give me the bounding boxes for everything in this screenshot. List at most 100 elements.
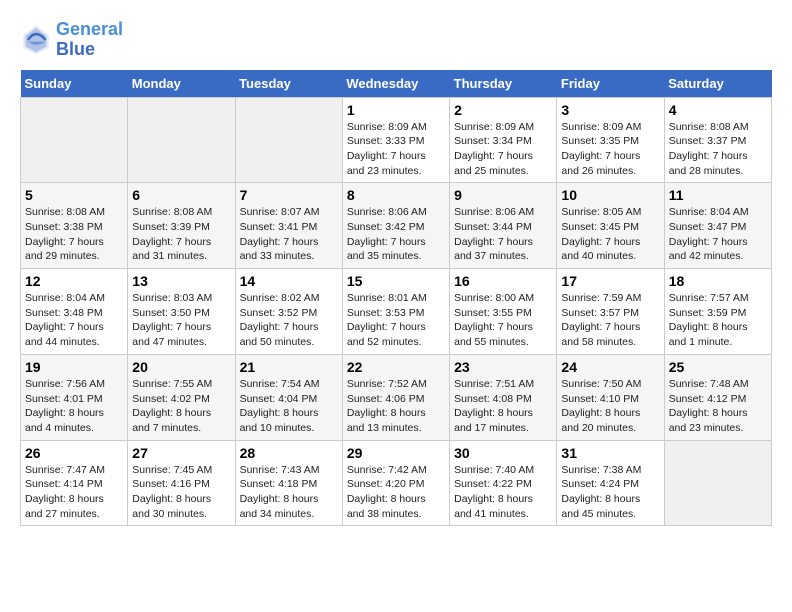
calendar-cell: 22 Sunrise: 7:52 AM Sunset: 4:06 PM Dayli…: [342, 354, 449, 440]
day-info: Sunrise: 7:54 AM Sunset: 4:04 PM Dayligh…: [240, 377, 338, 436]
calendar-cell: [235, 97, 342, 183]
day-info: Sunrise: 8:09 AM Sunset: 3:34 PM Dayligh…: [454, 120, 552, 179]
day-number: 19: [25, 359, 123, 375]
calendar-cell: 28 Sunrise: 7:43 AM Sunset: 4:18 PM Dayli…: [235, 440, 342, 526]
logo: General Blue: [20, 20, 123, 60]
calendar-cell: 12 Sunrise: 8:04 AM Sunset: 3:48 PM Dayli…: [21, 269, 128, 355]
calendar-cell: 21 Sunrise: 7:54 AM Sunset: 4:04 PM Dayli…: [235, 354, 342, 440]
weekday-header: Wednesday: [342, 70, 449, 98]
day-number: 27: [132, 445, 230, 461]
day-number: 17: [561, 273, 659, 289]
day-info: Sunrise: 7:45 AM Sunset: 4:16 PM Dayligh…: [132, 463, 230, 522]
day-number: 9: [454, 187, 552, 203]
page-header: General Blue: [20, 20, 772, 60]
calendar-cell: 13 Sunrise: 8:03 AM Sunset: 3:50 PM Dayli…: [128, 269, 235, 355]
calendar-cell: 8Sunrise: 8:06 AM Sunset: 3:42 PM Daylig…: [342, 183, 449, 269]
day-number: 31: [561, 445, 659, 461]
calendar-cell: 3 Sunrise: 8:09 AM Sunset: 3:35 PM Daylig…: [557, 97, 664, 183]
calendar-cell: 23 Sunrise: 7:51 AM Sunset: 4:08 PM Dayli…: [450, 354, 557, 440]
day-info: Sunrise: 7:51 AM Sunset: 4:08 PM Dayligh…: [454, 377, 552, 436]
day-info: Sunrise: 7:55 AM Sunset: 4:02 PM Dayligh…: [132, 377, 230, 436]
calendar-cell: 6 Sunrise: 8:08 AM Sunset: 3:39 PM Daylig…: [128, 183, 235, 269]
calendar-table: SundayMondayTuesdayWednesdayThursdayFrid…: [20, 70, 772, 527]
day-number: 3: [561, 102, 659, 118]
day-number: 21: [240, 359, 338, 375]
day-info: Sunrise: 8:04 AM Sunset: 3:48 PM Dayligh…: [25, 291, 123, 350]
calendar-cell: 31 Sunrise: 7:38 AM Sunset: 4:24 PM Dayli…: [557, 440, 664, 526]
calendar-cell: 30 Sunrise: 7:40 AM Sunset: 4:22 PM Dayli…: [450, 440, 557, 526]
weekday-header: Tuesday: [235, 70, 342, 98]
day-number: 30: [454, 445, 552, 461]
calendar-cell: 25Sunrise: 7:48 AM Sunset: 4:12 PM Dayli…: [664, 354, 771, 440]
calendar-cell: 26 Sunrise: 7:47 AM Sunset: 4:14 PM Dayli…: [21, 440, 128, 526]
day-number: 1: [347, 102, 445, 118]
day-info: Sunrise: 8:05 AM Sunset: 3:45 PM Dayligh…: [561, 205, 659, 264]
calendar-cell: 15Sunrise: 8:01 AM Sunset: 3:53 PM Dayli…: [342, 269, 449, 355]
day-info: Sunrise: 8:07 AM Sunset: 3:41 PM Dayligh…: [240, 205, 338, 264]
day-number: 4: [669, 102, 767, 118]
calendar-cell: 17 Sunrise: 7:59 AM Sunset: 3:57 PM Dayli…: [557, 269, 664, 355]
calendar-cell: 24 Sunrise: 7:50 AM Sunset: 4:10 PM Dayli…: [557, 354, 664, 440]
weekday-header: Monday: [128, 70, 235, 98]
day-info: Sunrise: 7:42 AM Sunset: 4:20 PM Dayligh…: [347, 463, 445, 522]
day-number: 10: [561, 187, 659, 203]
calendar-cell: 7 Sunrise: 8:07 AM Sunset: 3:41 PM Daylig…: [235, 183, 342, 269]
calendar-cell: [21, 97, 128, 183]
day-info: Sunrise: 8:09 AM Sunset: 3:33 PM Dayligh…: [347, 120, 445, 179]
day-number: 6: [132, 187, 230, 203]
calendar-cell: 27 Sunrise: 7:45 AM Sunset: 4:16 PM Dayli…: [128, 440, 235, 526]
day-info: Sunrise: 7:56 AM Sunset: 4:01 PM Dayligh…: [25, 377, 123, 436]
calendar-cell: 20 Sunrise: 7:55 AM Sunset: 4:02 PM Dayli…: [128, 354, 235, 440]
calendar-cell: 2 Sunrise: 8:09 AM Sunset: 3:34 PM Daylig…: [450, 97, 557, 183]
day-number: 5: [25, 187, 123, 203]
day-number: 2: [454, 102, 552, 118]
day-number: 28: [240, 445, 338, 461]
day-info: Sunrise: 7:57 AM Sunset: 3:59 PM Dayligh…: [669, 291, 767, 350]
day-info: Sunrise: 8:08 AM Sunset: 3:39 PM Dayligh…: [132, 205, 230, 264]
calendar-cell: 16 Sunrise: 8:00 AM Sunset: 3:55 PM Dayli…: [450, 269, 557, 355]
day-info: Sunrise: 8:03 AM Sunset: 3:50 PM Dayligh…: [132, 291, 230, 350]
day-number: 23: [454, 359, 552, 375]
day-info: Sunrise: 8:06 AM Sunset: 3:42 PM Dayligh…: [347, 205, 445, 264]
day-info: Sunrise: 8:02 AM Sunset: 3:52 PM Dayligh…: [240, 291, 338, 350]
day-info: Sunrise: 7:40 AM Sunset: 4:22 PM Dayligh…: [454, 463, 552, 522]
weekday-header: Sunday: [21, 70, 128, 98]
calendar-cell: [664, 440, 771, 526]
day-info: Sunrise: 7:43 AM Sunset: 4:18 PM Dayligh…: [240, 463, 338, 522]
day-info: Sunrise: 8:09 AM Sunset: 3:35 PM Dayligh…: [561, 120, 659, 179]
day-number: 25: [669, 359, 767, 375]
day-info: Sunrise: 7:59 AM Sunset: 3:57 PM Dayligh…: [561, 291, 659, 350]
logo-icon: [20, 24, 52, 56]
calendar-cell: 9 Sunrise: 8:06 AM Sunset: 3:44 PM Daylig…: [450, 183, 557, 269]
weekday-header: Friday: [557, 70, 664, 98]
day-number: 16: [454, 273, 552, 289]
day-number: 13: [132, 273, 230, 289]
day-info: Sunrise: 8:08 AM Sunset: 3:37 PM Dayligh…: [669, 120, 767, 179]
calendar-cell: [128, 97, 235, 183]
day-number: 24: [561, 359, 659, 375]
day-info: Sunrise: 7:38 AM Sunset: 4:24 PM Dayligh…: [561, 463, 659, 522]
day-info: Sunrise: 8:06 AM Sunset: 3:44 PM Dayligh…: [454, 205, 552, 264]
calendar-cell: 1 Sunrise: 8:09 AM Sunset: 3:33 PM Daylig…: [342, 97, 449, 183]
day-number: 18: [669, 273, 767, 289]
weekday-header: Thursday: [450, 70, 557, 98]
day-info: Sunrise: 8:04 AM Sunset: 3:47 PM Dayligh…: [669, 205, 767, 264]
weekday-header: Saturday: [664, 70, 771, 98]
day-info: Sunrise: 8:00 AM Sunset: 3:55 PM Dayligh…: [454, 291, 552, 350]
calendar-cell: 10 Sunrise: 8:05 AM Sunset: 3:45 PM Dayli…: [557, 183, 664, 269]
calendar-cell: 18 Sunrise: 7:57 AM Sunset: 3:59 PM Dayli…: [664, 269, 771, 355]
day-info: Sunrise: 7:52 AM Sunset: 4:06 PM Dayligh…: [347, 377, 445, 436]
day-number: 11: [669, 187, 767, 203]
day-number: 7: [240, 187, 338, 203]
calendar-cell: 14Sunrise: 8:02 AM Sunset: 3:52 PM Dayli…: [235, 269, 342, 355]
calendar-cell: 11 Sunrise: 8:04 AM Sunset: 3:47 PM Dayli…: [664, 183, 771, 269]
day-info: Sunrise: 8:01 AM Sunset: 3:53 PM Dayligh…: [347, 291, 445, 350]
day-info: Sunrise: 8:08 AM Sunset: 3:38 PM Dayligh…: [25, 205, 123, 264]
day-number: 12: [25, 273, 123, 289]
calendar-cell: 19 Sunrise: 7:56 AM Sunset: 4:01 PM Dayli…: [21, 354, 128, 440]
day-number: 20: [132, 359, 230, 375]
day-info: Sunrise: 7:47 AM Sunset: 4:14 PM Dayligh…: [25, 463, 123, 522]
day-number: 22: [347, 359, 445, 375]
day-number: 26: [25, 445, 123, 461]
day-info: Sunrise: 7:50 AM Sunset: 4:10 PM Dayligh…: [561, 377, 659, 436]
